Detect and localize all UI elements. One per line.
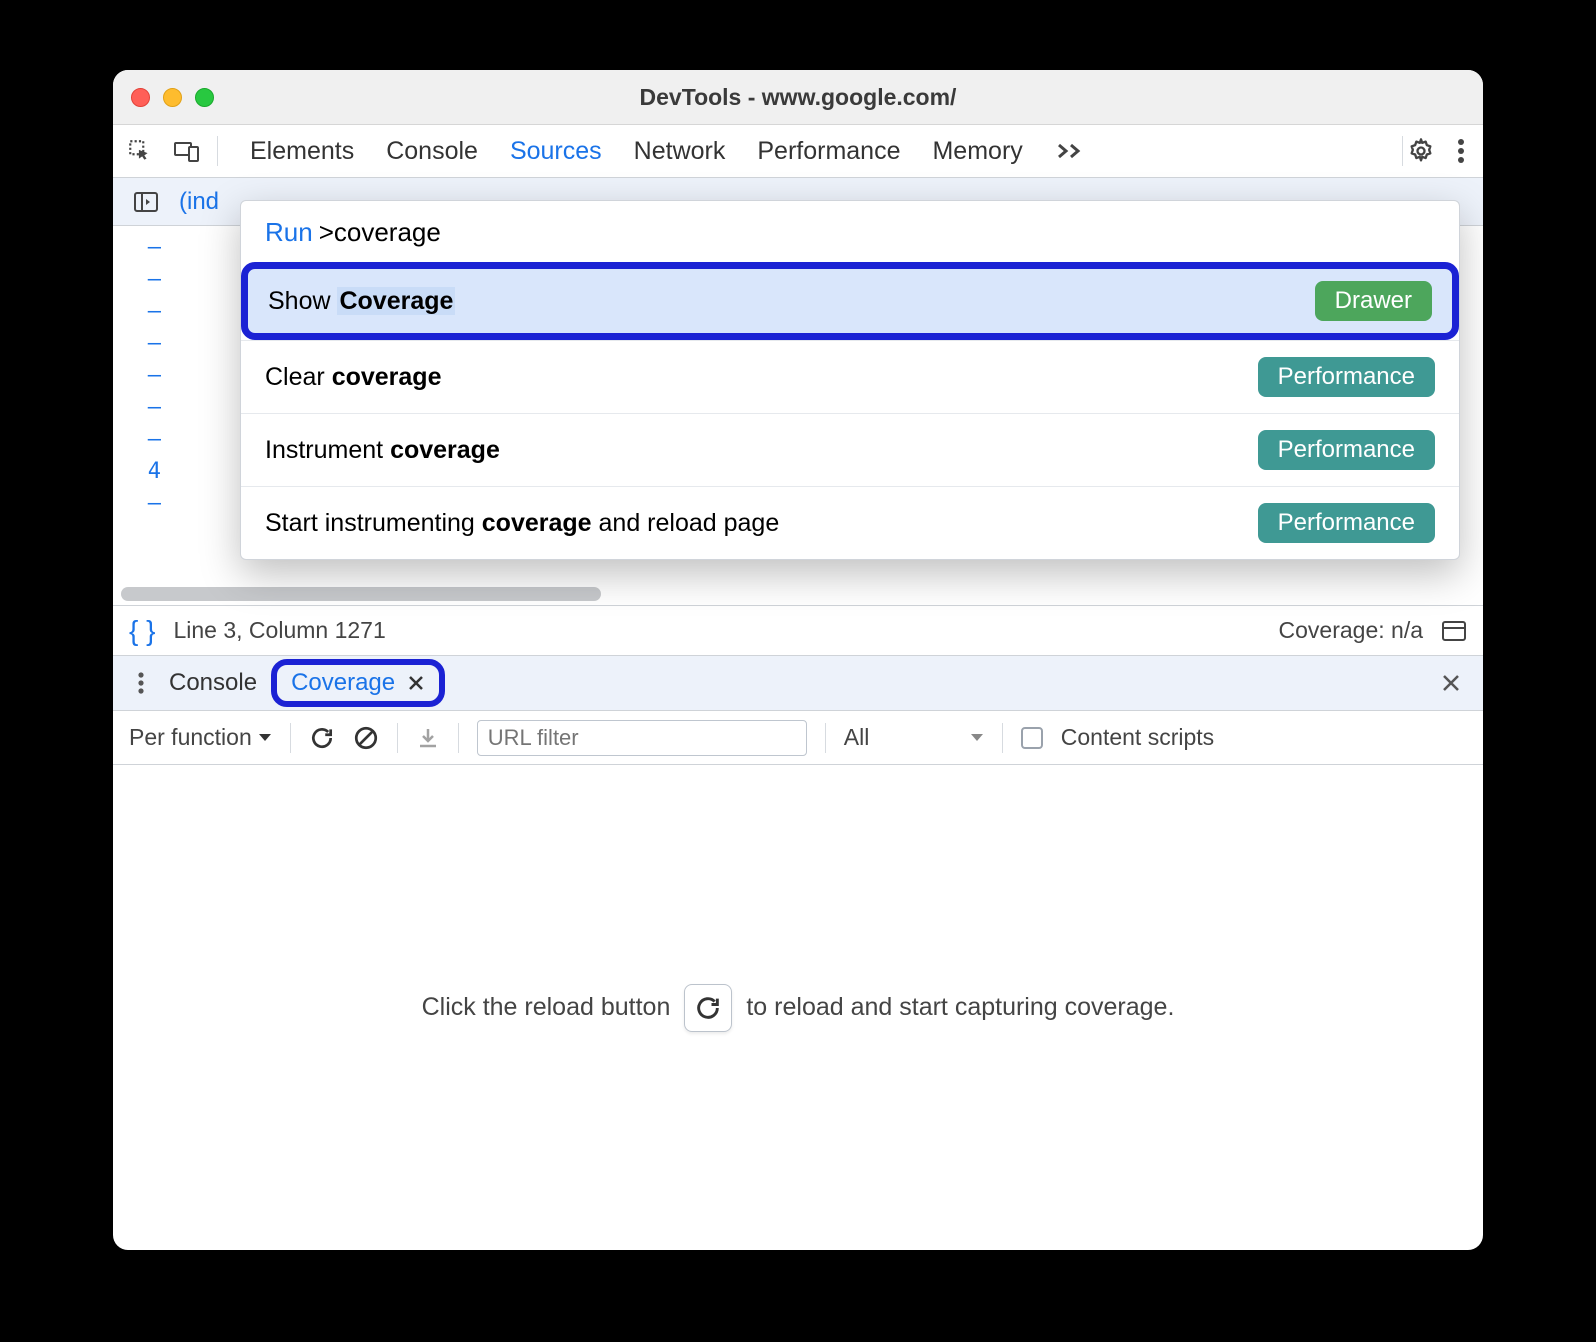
content-scripts-checkbox[interactable] — [1021, 727, 1043, 749]
tab-console[interactable]: Console — [386, 137, 478, 166]
command-item-instrument-coverage[interactable]: Instrument coverage Performance — [241, 413, 1459, 486]
settings-gear-icon[interactable] — [1407, 137, 1435, 165]
command-item-clear-coverage[interactable]: Clear coverage Performance — [241, 340, 1459, 413]
url-filter-input[interactable] — [477, 720, 807, 756]
tab-sources[interactable]: Sources — [510, 137, 602, 166]
drawer-close-icon[interactable] — [1433, 673, 1469, 693]
export-icon[interactable] — [416, 726, 440, 750]
coverage-panel-body: Click the reload button to reload and st… — [113, 765, 1483, 1250]
run-label: Run — [265, 217, 313, 248]
close-tab-icon[interactable] — [407, 674, 425, 692]
command-menu-input[interactable]: Run >coverage — [241, 201, 1459, 262]
command-item-show-coverage[interactable]: Show Coverage Drawer — [241, 262, 1459, 340]
tab-performance[interactable]: Performance — [757, 137, 900, 166]
device-toggle-icon[interactable] — [173, 139, 201, 163]
coverage-empty-message: Click the reload button to reload and st… — [422, 984, 1175, 1032]
divider — [1402, 136, 1403, 166]
drawer-tab-console[interactable]: Console — [155, 661, 271, 705]
horizontal-scrollbar[interactable] — [121, 587, 601, 601]
coverage-toolbar: Per function All Content scripts — [113, 711, 1483, 765]
sidebar-toggle-icon[interactable] — [1441, 620, 1467, 642]
devtools-window: DevTools - www.google.com/ Elements Cons… — [113, 70, 1483, 1250]
badge-performance: Performance — [1258, 430, 1435, 470]
reload-icon[interactable] — [309, 725, 335, 751]
granularity-select[interactable]: Per function — [129, 724, 272, 751]
cursor-position: Line 3, Column 1271 — [173, 617, 385, 644]
divider — [217, 136, 218, 166]
clear-icon[interactable] — [353, 725, 379, 751]
drawer-tab-coverage[interactable]: Coverage — [271, 659, 445, 707]
more-tabs-icon[interactable] — [1055, 137, 1085, 166]
editor-statusbar: { } Line 3, Column 1271 Coverage: n/a — [113, 606, 1483, 656]
command-query: >coverage — [319, 217, 441, 248]
tab-network[interactable]: Network — [634, 137, 726, 166]
inspect-icon[interactable] — [127, 138, 153, 164]
main-tabstrip: Elements Console Sources Network Perform… — [113, 125, 1483, 178]
main-tabs: Elements Console Sources Network Perform… — [222, 137, 1398, 166]
reload-button[interactable] — [684, 984, 732, 1032]
navigator-toggle-icon[interactable] — [123, 191, 169, 213]
tab-elements[interactable]: Elements — [250, 137, 354, 166]
command-menu: Run >coverage Show Coverage Drawer Clear… — [240, 200, 1460, 560]
badge-performance: Performance — [1258, 503, 1435, 543]
drawer-kebab-icon[interactable] — [127, 671, 155, 695]
badge-performance: Performance — [1258, 357, 1435, 397]
kebab-menu-icon[interactable] — [1457, 138, 1465, 164]
window-title: DevTools - www.google.com/ — [113, 84, 1483, 111]
drawer-tabstrip: Console Coverage — [113, 656, 1483, 711]
pretty-print-icon[interactable]: { } — [129, 615, 155, 647]
command-item-start-instrumenting[interactable]: Start instrumenting coverage and reload … — [241, 486, 1459, 559]
scope-select[interactable]: All — [844, 724, 984, 751]
line-gutter: – – – – – – – 4 – — [113, 226, 173, 605]
tab-memory[interactable]: Memory — [932, 137, 1022, 166]
content-scripts-label: Content scripts — [1061, 724, 1214, 751]
badge-drawer: Drawer — [1315, 281, 1432, 321]
coverage-status: Coverage: n/a — [1279, 617, 1423, 644]
file-tab[interactable]: (ind — [169, 188, 229, 216]
titlebar: DevTools - www.google.com/ — [113, 70, 1483, 125]
